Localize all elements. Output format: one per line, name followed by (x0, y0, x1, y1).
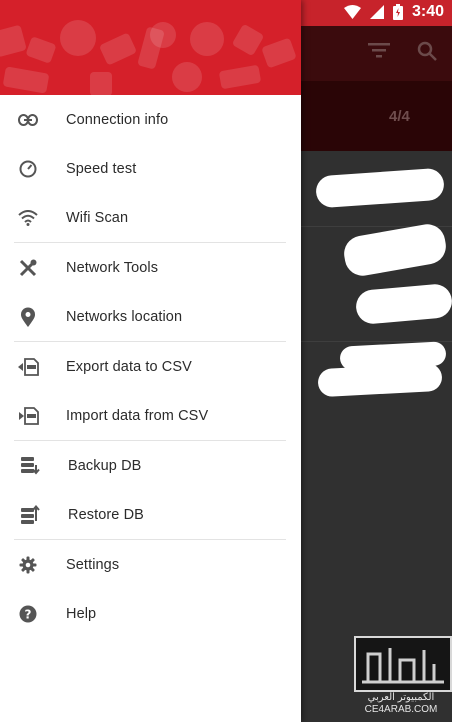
menu-label: Speed test (66, 160, 137, 177)
battery-icon (392, 4, 403, 20)
menu-item-networks-location[interactable]: Networks location (0, 292, 301, 341)
menu-item-export-csv[interactable]: Export data to CSV (0, 342, 301, 391)
menu-item-help[interactable]: ? Help (0, 589, 301, 638)
header-pattern (190, 22, 224, 56)
menu-item-speed-test[interactable]: Speed test (0, 144, 301, 193)
tab-count: 4/4 (389, 108, 410, 125)
cell-signal-icon (369, 5, 384, 19)
menu-label: Restore DB (68, 506, 144, 523)
menu-item-settings[interactable]: Settings (0, 540, 301, 589)
menu-label: Export data to CSV (66, 358, 192, 375)
filter-icon[interactable] (368, 42, 390, 63)
header-pattern (90, 72, 112, 95)
search-icon[interactable] (417, 41, 437, 66)
header-pattern (2, 66, 50, 94)
menu-label: Network Tools (66, 259, 159, 276)
header-pattern (98, 32, 138, 66)
menu-item-connection-info[interactable]: Connection info (0, 95, 301, 144)
menu-label: Backup DB (68, 457, 142, 474)
csv-export-icon (17, 356, 39, 378)
navigation-drawer: Connection info Speed test Wifi Scan Net… (0, 0, 301, 722)
header-pattern (25, 36, 57, 64)
svg-text:?: ? (25, 607, 32, 621)
header-pattern (172, 62, 202, 92)
menu-item-restore-db[interactable]: Restore DB (0, 490, 301, 539)
speedometer-icon (17, 158, 39, 180)
database-restore-icon (19, 504, 41, 526)
header-pattern (261, 37, 297, 69)
watermark-logo (354, 636, 452, 692)
menu-label: Help (66, 605, 97, 622)
menu-item-backup-db[interactable]: Backup DB (0, 441, 301, 490)
csv-import-icon (17, 405, 39, 427)
watermark-text: الكمبيوتر العربي CE4ARAB.COM (350, 692, 452, 716)
status-bar: 3:40 (0, 0, 452, 26)
link-icon (17, 109, 39, 131)
menu-label: Wifi Scan (66, 209, 129, 226)
header-pattern (218, 64, 262, 90)
wifi-signal-icon (343, 5, 361, 19)
site-watermark: الكمبيوتر العربي CE4ARAB.COM (350, 632, 452, 722)
menu-item-network-tools[interactable]: Network Tools (0, 243, 301, 292)
wifi-icon (17, 207, 39, 229)
tools-icon (17, 257, 39, 279)
menu-label: Settings (66, 556, 120, 573)
header-pattern (0, 24, 27, 58)
gear-icon (17, 554, 39, 576)
menu-item-import-csv[interactable]: Import data from CSV (0, 391, 301, 440)
menu-label: Connection info (66, 111, 169, 128)
watermark-text-ar: الكمبيوتر العربي (367, 692, 435, 703)
menu-item-wifi-scan[interactable]: Wifi Scan (0, 193, 301, 242)
menu-label: Import data from CSV (66, 407, 209, 424)
clock: 3:40 (411, 3, 444, 20)
help-icon: ? (17, 603, 39, 625)
header-pattern (231, 23, 265, 57)
database-backup-icon (19, 455, 41, 477)
watermark-text-en: CE4ARAB.COM (364, 704, 438, 715)
menu-label: Networks location (66, 308, 183, 325)
location-pin-icon (17, 306, 39, 328)
